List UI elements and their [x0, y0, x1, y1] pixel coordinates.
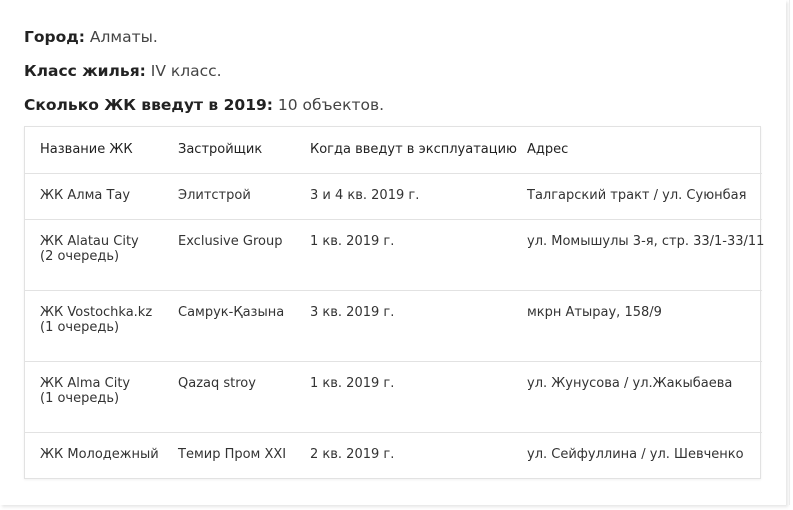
cell-name: ЖК Алма Тау — [25, 173, 163, 220]
residential-complex-table: Название ЖК Застройщик Когда введут в эк… — [24, 126, 764, 479]
cell-name: ЖК Молодежный — [25, 432, 163, 478]
housing-class-line: Класс жилья: IV класс. — [24, 61, 222, 81]
cell-date: 3 кв. 2019 г. — [295, 290, 512, 362]
table-row: ЖК Алма Тау Элитстрой 3 и 4 кв. 2019 г. … — [25, 173, 762, 220]
header-developer: Застройщик — [163, 127, 295, 174]
header-commissioning-date: Когда введут в эксплуатацию — [295, 127, 517, 174]
header-address: Адрес — [512, 127, 762, 174]
complex-stage: (2 очередь) — [40, 248, 120, 264]
cell-developer: Exclusive Group — [163, 219, 295, 291]
table-row: ЖК Alma City (1 очередь) Qazaq stroy 1 кв… — [25, 361, 762, 433]
cell-developer: Элитстрой — [163, 173, 295, 220]
complex-name: ЖК Alatau City — [40, 233, 139, 249]
content-card: Город: Алматы. Класс жилья: IV класс. Ск… — [0, 0, 786, 505]
cell-address: мкрн Атырау, 158/9 — [512, 290, 762, 362]
table-row: ЖК Alatau City (2 очередь) Exclusive Grou… — [25, 219, 764, 291]
table-row: ЖК Молодежный Темир Пром XXI 2 кв. 2019 … — [25, 432, 762, 478]
cell-address: Талгарский тракт / ул. Суюнбая — [512, 173, 762, 220]
data-table: Название ЖК Застройщик Когда введут в эк… — [25, 127, 764, 478]
page-edge-divider — [789, 0, 790, 505]
table-header-row: Название ЖК Застройщик Когда введут в эк… — [25, 127, 762, 174]
complex-name: ЖК Молодежный — [40, 446, 159, 462]
city-line: Город: Алматы. — [24, 27, 158, 47]
complex-name: ЖК Алма Тау — [40, 187, 131, 203]
city-label: Город: — [24, 28, 85, 46]
cell-date: 1 кв. 2019 г. — [295, 219, 512, 291]
complex-name: ЖК Vostochka.kz — [40, 304, 153, 320]
table-row: ЖК Vostochka.kz (1 очередь) Самрук-Қазына… — [25, 290, 762, 362]
complex-name: ЖК Alma City — [40, 375, 131, 391]
cell-address: ул. Сейфуллина / ул. Шевченко — [527, 446, 744, 462]
housing-class-label: Класс жилья: — [24, 62, 146, 80]
complex-stage: (1 очередь) — [40, 390, 120, 406]
cell-name: ЖК Alma City (1 очередь) — [25, 361, 163, 433]
header-name: Название ЖК — [25, 127, 163, 174]
cell-developer: Qazaq stroy — [163, 361, 295, 433]
cell-address: ул. Жунусова / ул.Жакыбаева — [512, 361, 762, 433]
cell-date: 2 кв. 2019 г. — [310, 446, 395, 462]
cell-name: ЖК Alatau City (2 очередь) — [25, 219, 163, 291]
cell-address: ул. Момышулы 3-я, стр. 33/1-33/11 — [512, 219, 764, 291]
objects-count-value: 10 объектов. — [272, 96, 385, 114]
objects-count-label: Сколько ЖК введут в 2019: — [24, 96, 273, 114]
city-value: Алматы. — [85, 28, 158, 46]
housing-class-value: IV класс. — [145, 62, 222, 80]
complex-stage: (1 очередь) — [40, 319, 120, 335]
cell-name: ЖК Vostochka.kz (1 очередь) — [25, 290, 163, 362]
cell-developer: Темир Пром XXI — [178, 446, 287, 462]
cell-date: 3 и 4 кв. 2019 г. — [295, 173, 512, 220]
cell-developer: Самрук-Қазына — [163, 290, 295, 362]
cell-date: 1 кв. 2019 г. — [295, 361, 512, 433]
objects-count-line: Сколько ЖК введут в 2019: 10 объектов. — [24, 95, 384, 115]
